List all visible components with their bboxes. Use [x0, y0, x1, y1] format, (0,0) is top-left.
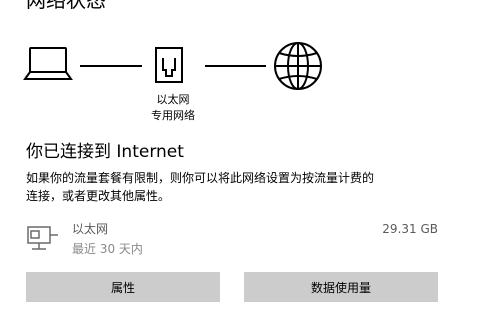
description-line: 连接，或者更改其他属性。	[26, 189, 171, 203]
connection-status-heading: 你已连接到 Internet	[26, 142, 184, 162]
connection-status-description: 如果你的流量套餐有限制，则你可以将此网络设置为按流量计费的 连接，或者更改其他属…	[26, 169, 456, 205]
adapter-row[interactable]: 以太网 最近 30 天内 29.31 GB	[26, 218, 438, 262]
data-usage-button[interactable]: 数据使用量	[244, 272, 438, 302]
network-diagram-graphic	[23, 42, 322, 90]
globe-icon	[274, 42, 322, 90]
laptop-icon	[23, 47, 73, 80]
adapter-name: 以太网	[72, 222, 109, 236]
network-diagram: 以太网 专用网络	[0, 0, 479, 140]
description-line: 如果你的流量套餐有限制，则你可以将此网络设置为按流量计费的	[26, 171, 375, 185]
adapter-data-usage: 29.31 GB	[382, 222, 438, 236]
ethernet-adapter-icon	[27, 226, 58, 250]
ethernet-port-icon	[155, 47, 183, 83]
properties-button[interactable]: 属性	[26, 272, 220, 302]
adapter-time-range: 最近 30 天内	[72, 242, 143, 256]
ethernet-label: 以太网	[156, 93, 190, 106]
network-type-label: 专用网络	[151, 109, 195, 122]
